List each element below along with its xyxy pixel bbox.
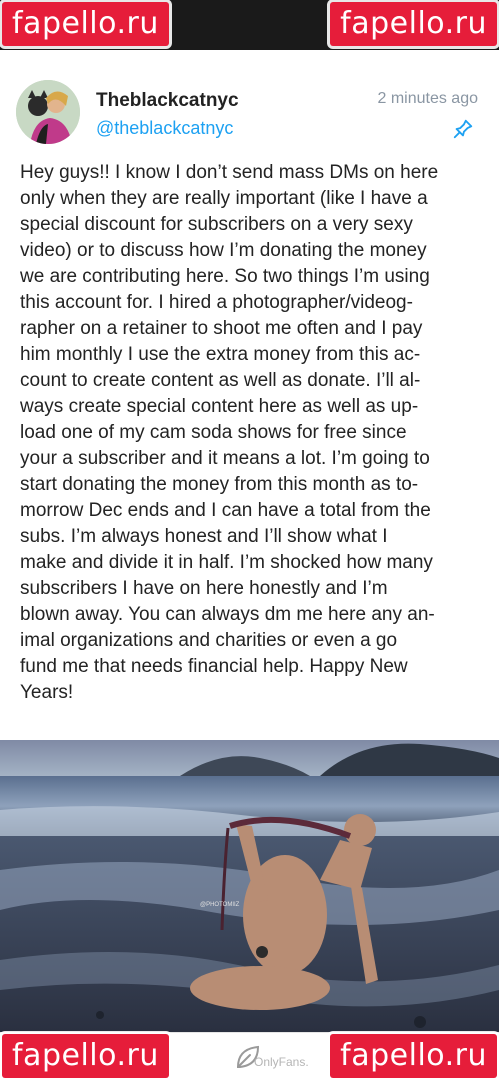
post-photo[interactable]: @PHOTOMIIZ [0, 740, 499, 1032]
watermark-bottom-right: fapello.ru [330, 1034, 497, 1078]
pin-icon[interactable] [452, 118, 474, 140]
watermark-top-right: fapello.ru [330, 2, 497, 46]
site-watermark: OnlyFans. [254, 1055, 309, 1069]
avatar[interactable] [16, 80, 80, 144]
post-header: Theblackcatnyc @theblackcatnyc 2 minutes… [16, 80, 484, 152]
user-handle[interactable]: @theblackcatnyc [96, 118, 233, 139]
photo-credit: @PHOTOMIIZ [200, 902, 240, 908]
post-timestamp: 2 minutes ago [377, 90, 478, 107]
post-text: Hey guys!! I know I don’t send mass DMs … [20, 162, 439, 703]
watermark-top-left: fapello.ru [2, 2, 169, 46]
display-name[interactable]: Theblackcatnyc [96, 90, 239, 112]
watermark-bottom-left: fapello.ru [2, 1034, 169, 1078]
